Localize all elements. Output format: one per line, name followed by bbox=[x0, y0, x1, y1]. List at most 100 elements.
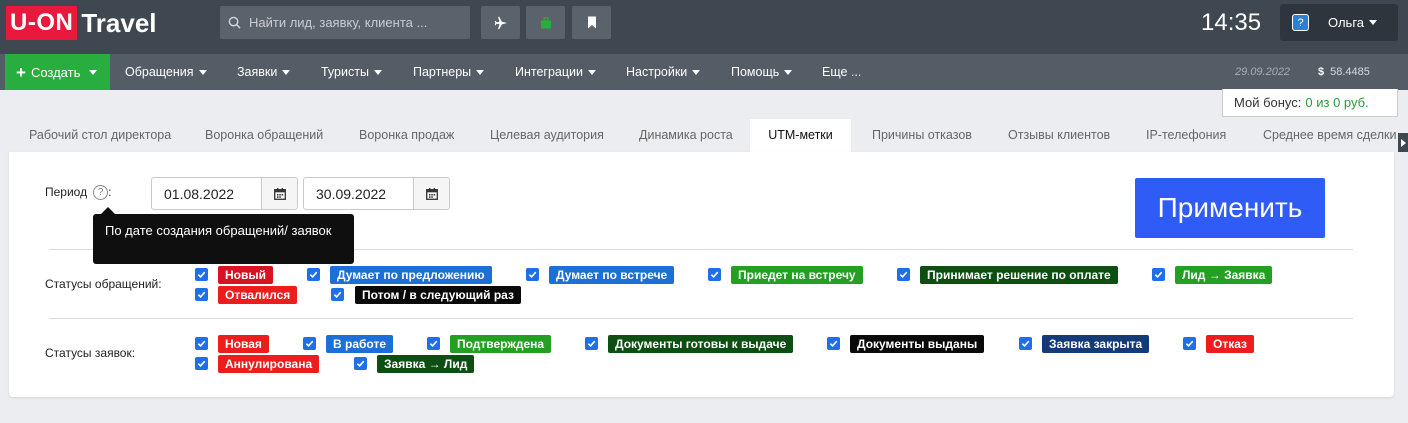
chevron-down-icon bbox=[588, 70, 597, 76]
nav-item-tourists[interactable]: Туристы bbox=[321, 54, 382, 90]
status-badge: Отвалился bbox=[218, 286, 298, 304]
chevron-down-icon bbox=[692, 70, 701, 76]
order-statuses-label: Статусы заявок: bbox=[45, 346, 136, 360]
bonus-value[interactable]: 0 из 0 руб. bbox=[1305, 95, 1368, 110]
logo[interactable]: U-ON Travel bbox=[6, 6, 157, 40]
check-icon bbox=[1154, 271, 1163, 279]
tab-avg-deal-time[interactable]: Среднее время сделки bbox=[1263, 119, 1396, 152]
inquiry-statuses-label: Статусы обращений: bbox=[45, 277, 162, 291]
status-checkbox[interactable] bbox=[307, 268, 320, 281]
status-checkbox[interactable] bbox=[195, 288, 208, 301]
user-name: Ольга bbox=[1328, 15, 1365, 30]
tab-reviews[interactable]: Отзывы клиентов bbox=[1008, 119, 1110, 152]
status-checkbox[interactable] bbox=[354, 357, 367, 370]
check-icon bbox=[829, 340, 838, 348]
status-checkbox[interactable] bbox=[708, 268, 721, 281]
check-icon bbox=[1185, 340, 1194, 348]
status-checkbox[interactable] bbox=[897, 268, 910, 281]
calendar-button[interactable] bbox=[261, 178, 297, 209]
check-icon bbox=[429, 340, 438, 348]
bonus-label: Мой бонус: bbox=[1234, 95, 1302, 110]
status-badge: Заявка → Лид bbox=[377, 355, 475, 373]
check-icon bbox=[197, 360, 206, 368]
tab-inquiry-funnel[interactable]: Воронка обращений bbox=[205, 119, 323, 152]
divider bbox=[49, 318, 1353, 319]
create-button[interactable]: + Создать bbox=[5, 54, 110, 90]
calendar-button[interactable] bbox=[413, 178, 449, 209]
status-badge: Принимает решение по оплате bbox=[920, 266, 1118, 284]
status-badge: В работе bbox=[326, 335, 393, 353]
status-checkbox[interactable] bbox=[195, 357, 208, 370]
nav-item-help[interactable]: Помощь bbox=[731, 54, 793, 90]
global-search[interactable] bbox=[220, 6, 470, 39]
bookmark-icon bbox=[587, 16, 596, 29]
status-badge: Новая bbox=[218, 335, 269, 353]
nav-item-inquiries[interactable]: Обращения bbox=[125, 54, 207, 90]
chevron-down-icon bbox=[198, 70, 207, 76]
date-to-field[interactable] bbox=[303, 177, 450, 210]
tab-growth[interactable]: Динамика роста bbox=[639, 119, 733, 152]
status-checkbox[interactable] bbox=[195, 268, 208, 281]
status-checkbox[interactable] bbox=[427, 337, 440, 350]
clock: 14:35 bbox=[1201, 9, 1262, 36]
help-icon[interactable]: ? bbox=[93, 185, 109, 201]
user-menu[interactable]: ? Ольга bbox=[1280, 4, 1398, 41]
status-checkbox[interactable] bbox=[1183, 337, 1196, 350]
status-checkbox[interactable] bbox=[827, 337, 840, 350]
tab-utm[interactable]: UTM-метки bbox=[750, 119, 851, 152]
plane-icon bbox=[494, 16, 507, 29]
calendar-icon bbox=[273, 187, 286, 200]
date-from-input[interactable] bbox=[152, 178, 261, 209]
status-badge: Отказ bbox=[1206, 335, 1255, 353]
dollar-icon: $ bbox=[1318, 66, 1325, 78]
status-badge: Лид → Заявка bbox=[1175, 266, 1273, 284]
status-checkbox[interactable] bbox=[1152, 268, 1165, 281]
status-badge: Документы готовы к выдаче bbox=[608, 335, 794, 353]
apply-button[interactable]: Применить bbox=[1135, 178, 1325, 238]
tab-refusal-reasons[interactable]: Причины отказов bbox=[872, 119, 972, 152]
tab-director-desktop[interactable]: Рабочий стол директора bbox=[29, 119, 171, 152]
tab-sales-funnel[interactable]: Воронка продаж bbox=[359, 119, 454, 152]
nav-item-more[interactable]: Еще ... bbox=[822, 54, 861, 90]
check-icon bbox=[1021, 340, 1030, 348]
check-icon bbox=[356, 360, 365, 368]
report-tabs: Рабочий стол директора Воронка обращений… bbox=[0, 119, 1408, 152]
tab-ip-telephony[interactable]: IP-телефония bbox=[1146, 119, 1226, 152]
check-icon bbox=[528, 271, 537, 279]
status-checkbox[interactable] bbox=[195, 337, 208, 350]
status-badge: Думает по встрече bbox=[549, 266, 675, 284]
status-checkbox[interactable] bbox=[1019, 337, 1032, 350]
logo-mark: U-ON bbox=[6, 6, 78, 40]
status-badge: Потом / в следующий раз bbox=[355, 286, 521, 304]
search-icon bbox=[228, 16, 241, 29]
period-label: Период bbox=[45, 185, 88, 199]
currency-rate: $58.4485 bbox=[1318, 66, 1370, 78]
check-icon bbox=[710, 271, 719, 279]
period-label-row: Период?: bbox=[45, 185, 112, 201]
status-badge: Заявка закрыта bbox=[1042, 335, 1150, 353]
chevron-right-icon bbox=[1400, 138, 1406, 147]
status-badge: Приедет на встречу bbox=[731, 266, 863, 284]
tab-target-audience[interactable]: Целевая аудитория bbox=[490, 119, 604, 152]
top-bar: U-ON Travel 14:35 ? Ольга bbox=[0, 0, 1408, 54]
flight-button[interactable] bbox=[481, 6, 520, 39]
status-checkbox[interactable] bbox=[303, 337, 316, 350]
nav-item-orders[interactable]: Заявки bbox=[237, 54, 291, 90]
status-checkbox[interactable] bbox=[526, 268, 539, 281]
status-badge: Новый bbox=[218, 266, 273, 284]
nav-item-partners[interactable]: Партнеры bbox=[413, 54, 485, 90]
tabs-scroll-right[interactable] bbox=[1398, 133, 1408, 152]
status-badge: Аннулирована bbox=[218, 355, 320, 373]
status-checkbox[interactable] bbox=[331, 288, 344, 301]
search-input[interactable] bbox=[249, 15, 449, 30]
date-from-field[interactable] bbox=[151, 177, 298, 210]
plus-icon: + bbox=[16, 62, 26, 82]
tours-button[interactable] bbox=[526, 6, 565, 39]
check-icon bbox=[197, 291, 206, 299]
status-checkbox[interactable] bbox=[585, 337, 598, 350]
date-to-input[interactable] bbox=[304, 178, 413, 209]
bookmarks-button[interactable] bbox=[572, 6, 611, 39]
nav-item-settings[interactable]: Настройки bbox=[626, 54, 701, 90]
logo-text: Travel bbox=[81, 8, 157, 38]
nav-item-integrations[interactable]: Интеграции bbox=[515, 54, 597, 90]
